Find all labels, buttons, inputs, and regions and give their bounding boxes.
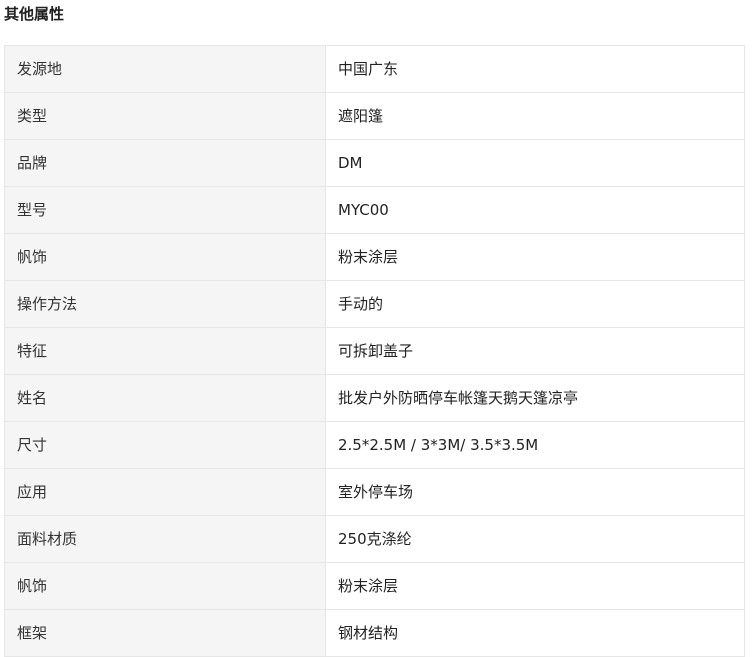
attribute-key: 帆饰 <box>4 562 326 610</box>
attribute-value: DM <box>325 139 745 187</box>
attribute-value: 粉末涂层 <box>325 562 745 610</box>
table-row: 姓名 批发户外防晒停车帐篷天鹅天篷凉亭 <box>4 374 745 422</box>
table-row: 型号 MYC00 <box>4 186 745 234</box>
table-row: 操作方法 手动的 <box>4 280 745 328</box>
table-row: 框架 钢材结构 <box>4 609 745 657</box>
attribute-value: 250克涤纶 <box>325 515 745 563</box>
attribute-key: 面料材质 <box>4 515 326 563</box>
attribute-key: 框架 <box>4 609 326 657</box>
attribute-key: 操作方法 <box>4 280 326 328</box>
attribute-key: 发源地 <box>4 45 326 93</box>
attribute-value: 批发户外防晒停车帐篷天鹅天篷凉亭 <box>325 374 745 422</box>
attribute-key: 特征 <box>4 327 326 375</box>
table-row: 应用 室外停车场 <box>4 468 745 516</box>
table-row: 帆饰 粉末涂层 <box>4 233 745 281</box>
table-row: 面料材质 250克涤纶 <box>4 515 745 563</box>
attribute-key: 帆饰 <box>4 233 326 281</box>
attributes-table: 发源地 中国广东 类型 遮阳篷 品牌 DM 型号 MYC00 帆饰 粉末涂层 操… <box>4 45 745 657</box>
attribute-key: 应用 <box>4 468 326 516</box>
table-row: 帆饰 粉末涂层 <box>4 562 745 610</box>
table-row: 尺寸 2.5*2.5M / 3*3M/ 3.5*3.5M <box>4 421 745 469</box>
attribute-key: 尺寸 <box>4 421 326 469</box>
table-row: 发源地 中国广东 <box>4 45 745 93</box>
product-attributes-page: 其他属性 发源地 中国广东 类型 遮阳篷 品牌 DM 型号 MYC00 帆饰 粉… <box>0 0 753 657</box>
attribute-value: 中国广东 <box>325 45 745 93</box>
attribute-value: 粉末涂层 <box>325 233 745 281</box>
attribute-value: 可拆卸盖子 <box>325 327 745 375</box>
table-row: 特征 可拆卸盖子 <box>4 327 745 375</box>
table-row: 类型 遮阳篷 <box>4 92 745 140</box>
attribute-value: 室外停车场 <box>325 468 745 516</box>
attribute-value: MYC00 <box>325 186 745 234</box>
attribute-key: 型号 <box>4 186 326 234</box>
section-title: 其他属性 <box>4 5 65 23</box>
attribute-key: 姓名 <box>4 374 326 422</box>
attribute-value: 遮阳篷 <box>325 92 745 140</box>
attribute-value: 手动的 <box>325 280 745 328</box>
attribute-key: 类型 <box>4 92 326 140</box>
attribute-value: 2.5*2.5M / 3*3M/ 3.5*3.5M <box>325 421 745 469</box>
table-row: 品牌 DM <box>4 139 745 187</box>
attribute-value: 钢材结构 <box>325 609 745 657</box>
attribute-key: 品牌 <box>4 139 326 187</box>
